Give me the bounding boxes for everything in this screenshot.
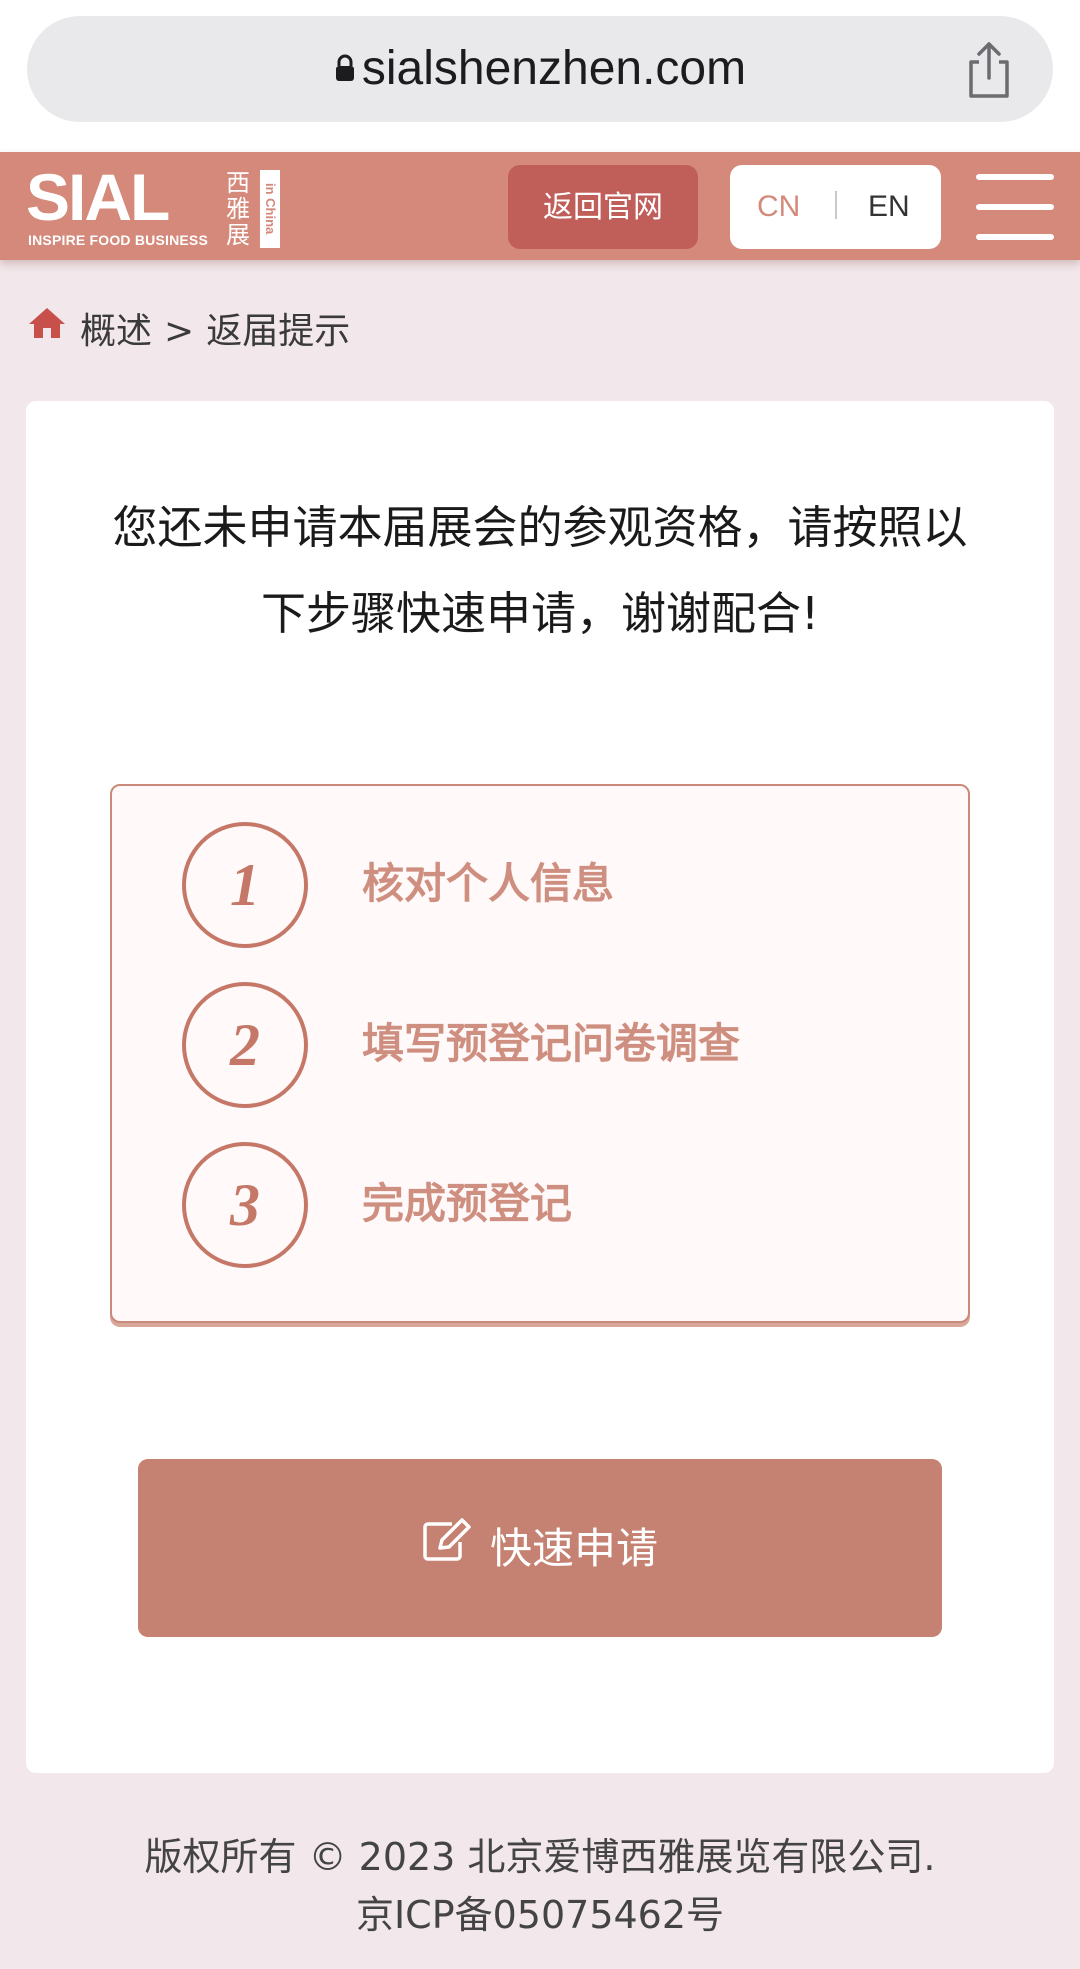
logo-wordmark: SIAL	[26, 160, 170, 234]
footer: 版权所有 © 2023 北京爱博西雅展览有限公司. 京ICP备05075462号	[0, 1828, 1080, 1944]
step-number-badge: 3	[182, 1142, 308, 1268]
step-item: 2 填写预登记问卷调查	[112, 982, 968, 1108]
lock-icon	[334, 14, 356, 120]
browser-bar: sialshenzhen.com	[0, 0, 1080, 152]
step-number-badge: 2	[182, 982, 308, 1108]
step-label: 完成预登记	[362, 1179, 573, 1228]
breadcrumb-separator: >	[164, 311, 195, 352]
sial-logo[interactable]: SIAL INSPIRE FOOD BUSINESS 西雅展 in China	[26, 160, 286, 250]
share-icon[interactable]	[961, 40, 1017, 100]
quick-apply-button[interactable]: 快速申请	[138, 1459, 942, 1637]
breadcrumb: 概述 > 返届提示	[28, 302, 350, 362]
lang-cn-option[interactable]: CN	[757, 165, 800, 249]
footer-copyright: 版权所有 © 2023 北京爱博西雅展览有限公司.	[144, 1835, 936, 1879]
main-card: 您还未申请本届展会的参观资格，请按照以下步骤快速申请，谢谢配合! 1 核对个人信…	[26, 401, 1054, 1773]
notice-text: 您还未申请本届展会的参观资格，请按照以下步骤快速申请，谢谢配合!	[112, 501, 968, 640]
hamburger-menu-icon[interactable]	[976, 172, 1054, 242]
footer-icp-link[interactable]: 京ICP备05075462号	[0, 1886, 1080, 1944]
logo-chinese-name: 西雅展	[226, 169, 250, 249]
quick-apply-label: 快速申请	[489, 1525, 658, 1572]
lang-divider	[835, 191, 837, 219]
edit-icon	[422, 1459, 472, 1637]
back-to-official-site-button[interactable]: 返回官网	[508, 165, 698, 249]
logo-in-china-tag: in China	[260, 170, 280, 248]
language-switch: CN EN	[730, 165, 941, 249]
address-bar[interactable]: sialshenzhen.com	[27, 16, 1053, 122]
breadcrumb-item-overview[interactable]: 概述	[80, 311, 152, 352]
site-header: SIAL INSPIRE FOOD BUSINESS 西雅展 in China …	[0, 152, 1080, 260]
url-text: sialshenzhen.com	[361, 42, 747, 95]
lang-en-option[interactable]: EN	[868, 165, 910, 249]
step-item: 1 核对个人信息	[112, 822, 968, 948]
url-display[interactable]: sialshenzhen.com	[27, 16, 1053, 122]
breadcrumb-item-current: 返届提示	[206, 311, 351, 352]
step-number-badge: 1	[182, 822, 308, 948]
steps-box: 1 核对个人信息 2 填写预登记问卷调查 3 完成预登记	[110, 784, 970, 1323]
home-icon[interactable]	[28, 299, 66, 359]
logo-tagline: INSPIRE FOOD BUSINESS	[28, 232, 209, 248]
step-item: 3 完成预登记	[112, 1142, 968, 1268]
step-label: 核对个人信息	[362, 859, 615, 908]
step-label: 填写预登记问卷调查	[362, 1019, 741, 1068]
